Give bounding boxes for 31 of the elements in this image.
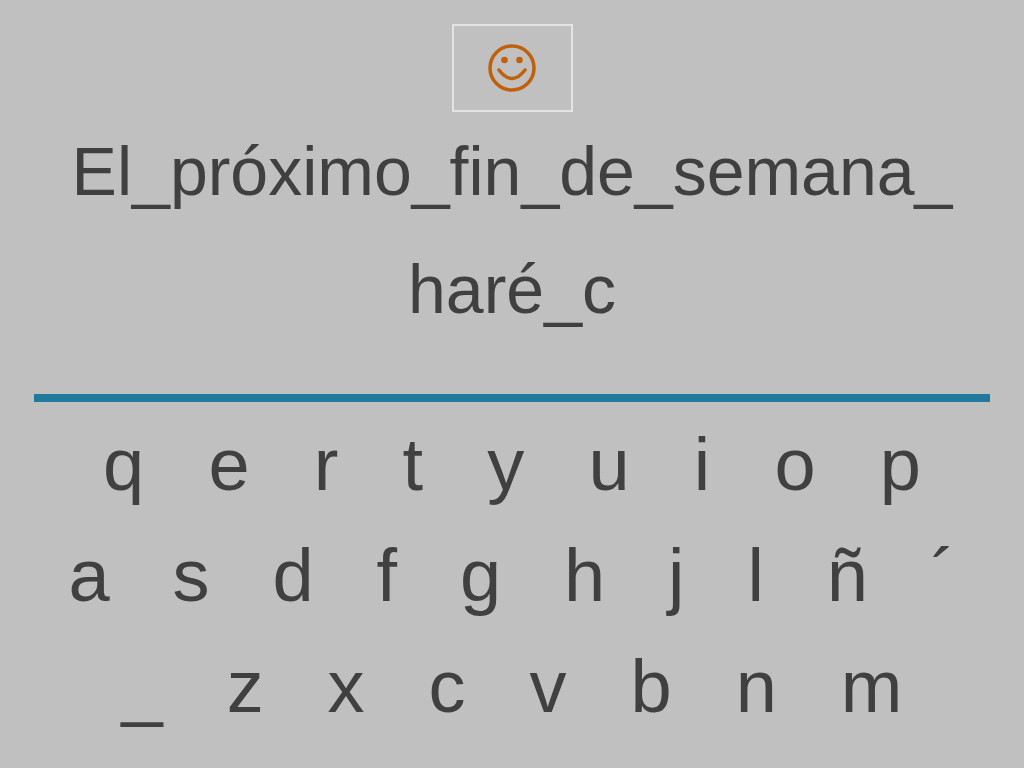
- letter-key[interactable]: h: [564, 533, 606, 618]
- letter-key[interactable]: r: [313, 422, 339, 507]
- letter-key[interactable]: y: [487, 422, 525, 507]
- hint-box[interactable]: [451, 24, 573, 112]
- smiley-icon: [487, 43, 537, 93]
- letter-key[interactable]: f: [376, 533, 398, 618]
- letter-key[interactable]: ñ: [826, 533, 868, 618]
- letter-key[interactable]: c: [428, 644, 466, 729]
- answer-text: haré_c: [408, 250, 616, 329]
- letter-key[interactable]: x: [327, 644, 365, 729]
- answer-text: El_próximo_fin_de_semana_: [71, 132, 953, 211]
- letter-key[interactable]: d: [272, 533, 314, 618]
- letter-key[interactable]: _: [121, 644, 163, 729]
- letter-key[interactable]: v: [529, 644, 567, 729]
- letter-key[interactable]: t: [402, 422, 424, 507]
- letter-key[interactable]: i: [693, 422, 711, 507]
- letter-key[interactable]: z: [226, 644, 264, 729]
- letter-key[interactable]: j: [668, 533, 685, 618]
- letter-key[interactable]: p: [879, 422, 921, 507]
- letter-key[interactable]: a: [68, 533, 110, 618]
- letter-key[interactable]: n: [735, 644, 777, 729]
- letter-key[interactable]: g: [459, 533, 502, 618]
- letter-key[interactable]: b: [630, 644, 672, 729]
- letter-key[interactable]: l: [747, 533, 764, 618]
- letter-key[interactable]: s: [172, 533, 210, 618]
- letter-key[interactable]: o: [774, 422, 816, 507]
- letter-key[interactable]: u: [588, 422, 630, 507]
- letter-key[interactable]: q: [103, 422, 145, 507]
- letter-key[interactable]: m: [840, 644, 903, 729]
- letter-key[interactable]: e: [208, 422, 250, 507]
- letter-key[interactable]: ´: [930, 533, 956, 618]
